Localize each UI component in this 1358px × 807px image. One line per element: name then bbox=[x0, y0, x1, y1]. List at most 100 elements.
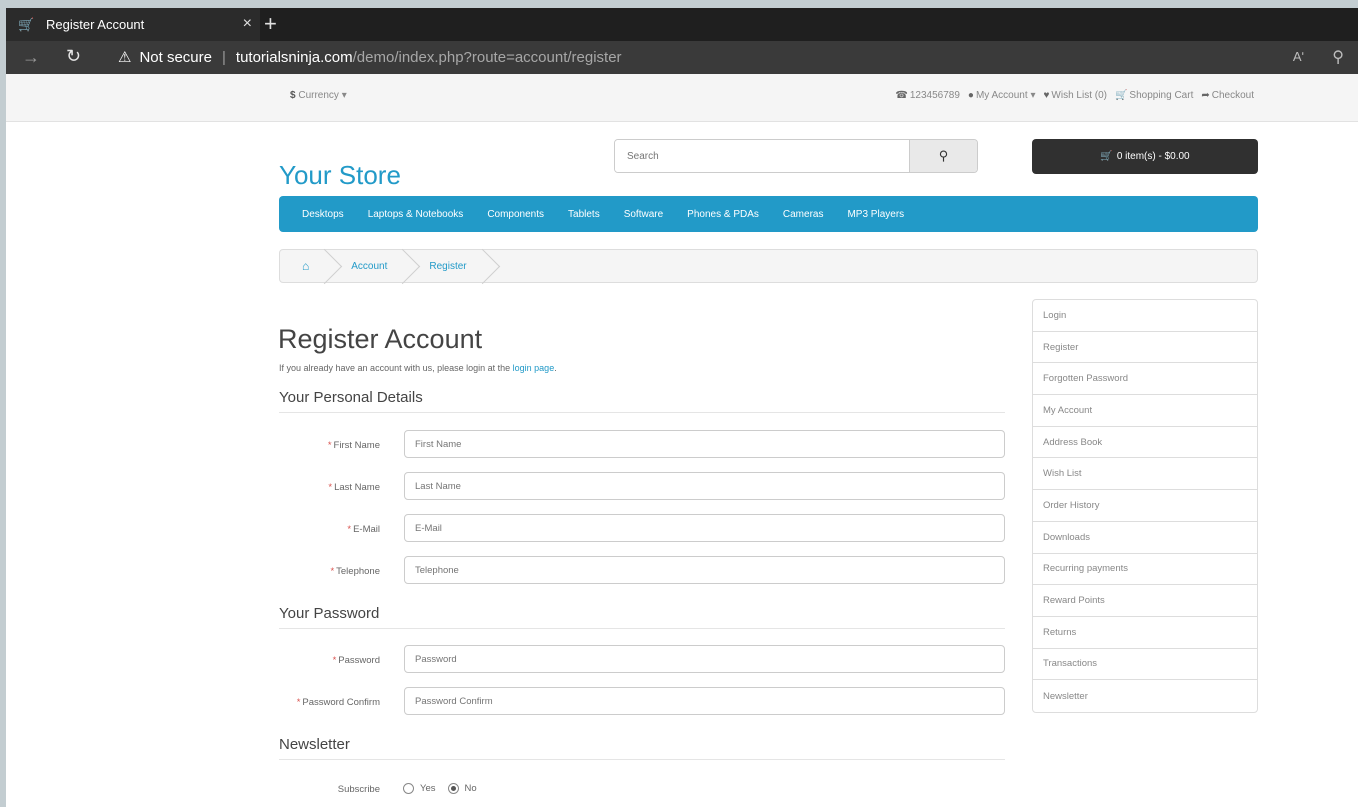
account-sidebar: Login Register Forgotten Password My Acc… bbox=[1032, 299, 1258, 713]
phone-number: 123456789 bbox=[909, 90, 960, 101]
shopping-cart-label: Shopping Cart bbox=[1129, 90, 1194, 101]
cart-favicon-icon: 🛒 bbox=[18, 16, 35, 32]
breadcrumb-account[interactable]: Account bbox=[329, 250, 407, 282]
subscribe-radio-group: Yes No bbox=[403, 783, 477, 794]
wish-list-link[interactable]: ♥ Wish List (0) bbox=[1043, 90, 1107, 101]
password-legend: Your Password bbox=[279, 605, 1005, 629]
currency-label: Currency bbox=[298, 90, 339, 101]
url-host: tutorialsninja.com bbox=[235, 48, 353, 66]
heart-icon: ♥ bbox=[1043, 90, 1050, 101]
subscribe-label: Subscribe bbox=[337, 784, 380, 795]
read-aloud-icon[interactable]: Aʹ bbox=[1293, 49, 1304, 64]
required-mark: * bbox=[347, 524, 352, 535]
phone-icon: ☎ bbox=[895, 90, 908, 101]
sidebar-item-address-book[interactable]: Address Book bbox=[1033, 427, 1257, 459]
zoom-icon[interactable]: ⚲ bbox=[1332, 47, 1344, 67]
sidebar-item-register[interactable]: Register bbox=[1033, 332, 1257, 364]
my-account-dropdown[interactable]: ● My Account ▾ bbox=[968, 90, 1036, 101]
sidebar-item-login[interactable]: Login bbox=[1033, 300, 1257, 332]
intro-suffix: . bbox=[554, 363, 557, 373]
url-divider: | bbox=[222, 48, 226, 66]
menu-item-phones[interactable]: Phones & PDAs bbox=[687, 209, 759, 220]
subscribe-no-radio[interactable] bbox=[447, 783, 459, 794]
intro-text: If you already have an account with us, … bbox=[279, 363, 557, 373]
close-icon[interactable]: × bbox=[243, 16, 252, 32]
subscribe-yes-radio[interactable] bbox=[403, 783, 414, 794]
share-icon: ➦ bbox=[1201, 90, 1210, 101]
top-bar: $ Currency ▾ ☎ 123456789 ● My Account ▾ ♥ W… bbox=[6, 74, 1358, 122]
menu-item-components[interactable]: Components bbox=[487, 209, 544, 220]
tab-bar: 🛒 Register Account × + bbox=[6, 8, 1358, 41]
login-page-link[interactable]: login page bbox=[513, 363, 555, 373]
breadcrumb-register[interactable]: Register bbox=[407, 250, 486, 282]
sidebar-item-reward-points[interactable]: Reward Points bbox=[1033, 585, 1257, 617]
sidebar-item-wish-list[interactable]: Wish List bbox=[1033, 458, 1257, 491]
password-confirm-input[interactable] bbox=[404, 687, 1005, 715]
checkout-link[interactable]: ➦ Checkout bbox=[1201, 90, 1254, 101]
currency-dropdown[interactable]: $ Currency ▾ bbox=[290, 90, 347, 101]
breadcrumb: ⌂ Account Register bbox=[279, 249, 1258, 283]
search-input[interactable] bbox=[615, 140, 909, 172]
my-account-label: My Account bbox=[975, 90, 1028, 101]
last-name-label: * Last Name bbox=[6, 482, 380, 493]
warning-icon: ⚠ bbox=[118, 49, 132, 66]
email-label-text: E-Mail bbox=[353, 524, 380, 535]
user-icon: ● bbox=[967, 90, 974, 101]
subscribe-yes-label[interactable]: Yes bbox=[420, 783, 436, 794]
sidebar-item-my-account[interactable]: My Account bbox=[1033, 395, 1257, 427]
cart-total: 0 item(s) - $0.00 bbox=[1116, 151, 1190, 162]
breadcrumb-home[interactable]: ⌂ bbox=[280, 250, 329, 282]
search-icon: ⚲ bbox=[938, 148, 949, 163]
email-input[interactable] bbox=[404, 514, 1005, 542]
cart-button[interactable]: 🛒 0 item(s) - $0.00 bbox=[1032, 139, 1258, 174]
menu-item-mp3[interactable]: MP3 Players bbox=[847, 209, 904, 220]
menu-item-cameras[interactable]: Cameras bbox=[783, 209, 824, 220]
menu-item-software[interactable]: Software bbox=[624, 209, 663, 220]
sidebar-item-recurring-payments[interactable]: Recurring payments bbox=[1033, 554, 1257, 586]
menu-item-tablets[interactable]: Tablets bbox=[568, 209, 600, 220]
cart-icon: 🛒 bbox=[1114, 90, 1128, 101]
required-mark: * bbox=[332, 655, 337, 666]
phone-link[interactable]: ☎ 123456789 bbox=[895, 90, 960, 101]
reload-icon[interactable]: ↻ bbox=[66, 46, 81, 67]
store-logo[interactable]: Your Store bbox=[279, 160, 401, 191]
page-title: Register Account bbox=[278, 324, 483, 354]
browser-tab[interactable]: 🛒 Register Account × bbox=[6, 8, 260, 41]
sidebar-item-forgotten-password[interactable]: Forgotten Password bbox=[1033, 363, 1257, 396]
top-links: ☎ 123456789 ● My Account ▾ ♥ Wish List (0) … bbox=[895, 90, 1254, 101]
password-input[interactable] bbox=[404, 645, 1005, 673]
first-name-input[interactable] bbox=[404, 430, 1005, 458]
sidebar-item-newsletter[interactable]: Newsletter bbox=[1033, 680, 1257, 712]
search-button[interactable]: ⚲ bbox=[909, 140, 977, 172]
wish-list-label: Wish List (0) bbox=[1051, 90, 1107, 101]
shopping-cart-link[interactable]: 🛒 Shopping Cart bbox=[1115, 90, 1193, 101]
url-field[interactable]: ⚠ Not secure | tutorialsninja.com /demo/… bbox=[118, 48, 622, 67]
caret-down-icon: ▾ bbox=[341, 90, 347, 101]
browser-window: 🛒 Register Account × + → ↻ ⚠ Not secure … bbox=[6, 8, 1358, 807]
forward-icon[interactable]: → bbox=[22, 47, 40, 68]
checkout-label: Checkout bbox=[1211, 90, 1254, 101]
telephone-input[interactable] bbox=[404, 556, 1005, 584]
last-name-label-text: Last Name bbox=[334, 482, 380, 493]
first-name-label: * First Name bbox=[6, 440, 380, 451]
sidebar-item-returns[interactable]: Returns bbox=[1033, 617, 1257, 649]
newsletter-legend: Newsletter bbox=[279, 736, 1005, 760]
last-name-input[interactable] bbox=[404, 472, 1005, 500]
plus-icon[interactable]: + bbox=[264, 12, 277, 36]
main-menu: Desktops Laptops & Notebooks Components … bbox=[279, 196, 1258, 232]
sidebar-item-downloads[interactable]: Downloads bbox=[1033, 522, 1257, 554]
sidebar-item-transactions[interactable]: Transactions bbox=[1033, 649, 1257, 681]
subscribe-no-label[interactable]: No bbox=[465, 783, 477, 794]
currency-symbol: $ bbox=[290, 90, 296, 101]
menu-item-desktops[interactable]: Desktops bbox=[302, 209, 344, 220]
sidebar-item-order-history[interactable]: Order History bbox=[1033, 490, 1257, 522]
required-mark: * bbox=[330, 566, 335, 577]
not-secure-label[interactable]: Not secure bbox=[139, 49, 212, 66]
required-mark: * bbox=[328, 482, 333, 493]
menu-item-laptops[interactable]: Laptops & Notebooks bbox=[368, 209, 464, 220]
password-confirm-label: * Password Confirm bbox=[6, 697, 380, 708]
home-icon: ⌂ bbox=[302, 259, 310, 273]
intro-prefix: If you already have an account with us, … bbox=[279, 363, 513, 373]
required-mark: * bbox=[327, 440, 332, 451]
email-label: * E-Mail bbox=[6, 524, 380, 535]
